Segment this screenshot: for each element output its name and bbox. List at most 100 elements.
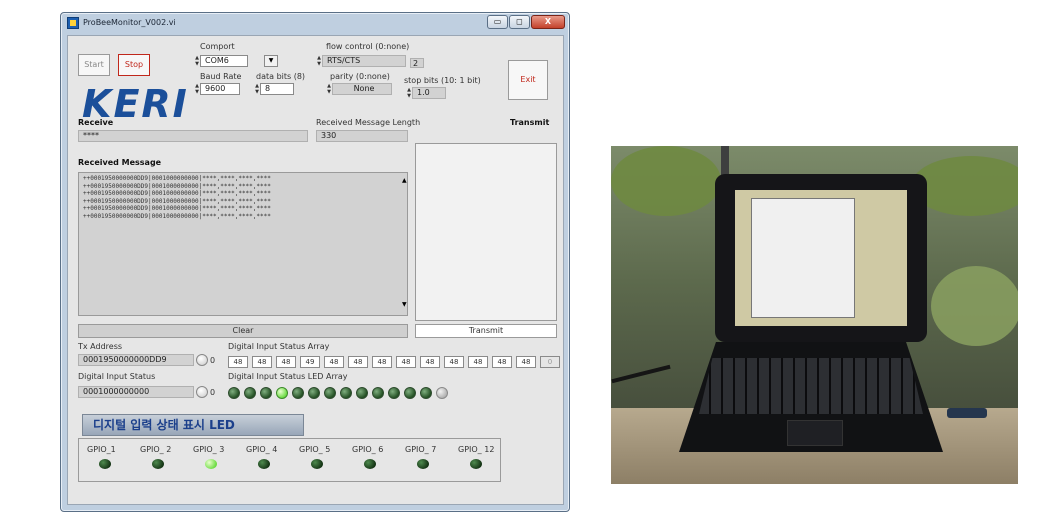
baud-rate-field[interactable]: 9600 [200,83,240,95]
message-line: ++0001950000000DD9|0001000000000|****,**… [83,175,271,182]
stop-bits-field[interactable]: 1.0 [412,87,446,99]
array-cell: 49 [300,356,320,368]
gpio-label: GPIO_ 7 [405,445,437,454]
transmit-button[interactable]: Transmit [415,324,557,338]
received-message-label: Received Message [78,158,162,167]
gpio-label: GPIO_ 12 [458,445,495,454]
parity-field[interactable]: None [332,83,392,95]
laptop-touchpad [787,420,843,446]
status-led [436,387,448,399]
tx-knob-value: 0 [210,356,216,365]
exit-button[interactable]: Exit [508,60,548,100]
scroll-down-icon[interactable]: ▼ [402,301,407,308]
array-cell: 48 [468,356,488,368]
array-cell: 48 [372,356,392,368]
array-cell: 48 [252,356,272,368]
status-led [356,387,368,399]
gpio-led-panel: GPIO_1 GPIO_ 2 GPIO_ 3 GPIO_ 4 GPIO_ 5 GPIO_ … [78,438,501,482]
data-bits-label: data bits (8) [256,72,306,81]
maximize-button[interactable]: ◻ [509,15,530,29]
probee-monitor-window: ProBeeMonitor_V002.vi ▭ ◻ X Start Stop K… [60,12,570,512]
status-led [420,387,432,399]
flow-control-field[interactable]: RTS/CTS [322,55,406,67]
gpio-label: GPIO_ 4 [246,445,278,454]
start-button[interactable]: Start [78,54,110,76]
gpio-label: GPIO_ 2 [140,445,172,454]
parity-label: parity (0:none) [330,72,390,81]
gpio-led [364,459,376,469]
front-panel: Start Stop KERI Comport ▲ ▼ COM6 ▼ Baud R… [67,35,564,505]
status-led [228,387,240,399]
message-line: ++0001950000000DD9|0001000000000|****,**… [83,182,271,190]
laptop-keyboard [699,358,923,414]
gpio-led [205,459,217,469]
array-trailing-cell: 0 [540,356,560,368]
usb-dongle [947,408,987,418]
array-cell: 48 [324,356,344,368]
gpio-label: GPIO_ 3 [193,445,225,454]
baud-rate-label: Baud Rate [200,72,242,81]
led-array [228,386,478,400]
led-array-label: Digital Input Status LED Array [228,372,348,381]
korean-section-title: 디지털 입력 상태 표시 LED [82,414,304,436]
flow-control-label: flow control (0:none) [326,42,410,51]
gpio-led [470,459,482,469]
array-cell: 48 [348,356,368,368]
status-led [372,387,384,399]
close-button[interactable]: X [531,15,565,29]
gpio-led [152,459,164,469]
message-line: ++0001950000000DD9|0001000000000|****,**… [83,205,271,212]
scroll-up-icon[interactable]: ▲ [402,177,407,184]
array-cell: 48 [492,356,512,368]
clear-button[interactable]: Clear [78,324,408,338]
message-line: ++0001950000000DD9|0001000000000|****,**… [83,197,271,205]
received-length-label: Received Message Length [316,118,421,127]
stop-button[interactable]: Stop [118,54,150,76]
transmit-label: Transmit [510,118,550,127]
gpio-label: GPIO_ 5 [299,445,331,454]
array-cell: 48 [396,356,416,368]
gpio-led [417,459,429,469]
message-line: ++0001950000000DD9|0001000000000|****,**… [83,190,271,197]
tx-address-field: 0001950000000DD9 [78,354,194,366]
title-bar: ProBeeMonitor_V002.vi ▭ ◻ X [61,13,569,35]
gpio-label: GPIO_1 [87,445,116,454]
status-led [324,387,336,399]
status-led [260,387,272,399]
laptop-photo [611,146,1018,484]
gpio-led [99,459,111,469]
digital-input-status-label: Digital Input Status [78,372,156,381]
tx-address-label: Tx Address [78,342,123,351]
input-knob-icon[interactable] [196,386,208,398]
status-led [308,387,320,399]
transmit-text-box[interactable] [415,143,557,321]
message-line: ++0001950000000DD9|0001000000000|****,**… [83,212,271,220]
stop-bits-label: stop bits (10: 1 bit) [404,76,481,85]
array-cell: 48 [228,356,248,368]
data-bits-field[interactable]: 8 [260,83,294,95]
status-led [340,387,352,399]
status-led [292,387,304,399]
input-status-array: 48 48 48 49 48 48 48 48 48 48 48 48 48 0 [228,356,563,368]
minimize-button[interactable]: ▭ [487,15,508,29]
received-message-box[interactable]: ++0001950000000DD9|0001000000000|****,**… [78,172,408,316]
receive-field: **** [78,130,308,142]
receive-label: Receive [78,118,114,127]
comport-field[interactable]: COM6 [200,55,248,67]
gpio-led [258,459,270,469]
status-led [276,387,288,399]
flow-control-number: 2 [410,58,424,68]
array-cell: 48 [420,356,440,368]
message-scrollbar[interactable]: ▲ ▼ [402,173,408,315]
status-led [388,387,400,399]
gpio-led [311,459,323,469]
tx-knob-icon[interactable] [196,354,208,366]
received-length-field: 330 [316,130,408,142]
comport-dropdown-icon[interactable]: ▼ [264,55,278,67]
array-cell: 48 [276,356,296,368]
array-cell: 48 [444,356,464,368]
array-cell: 48 [516,356,536,368]
digital-input-status-field: 0001000000000 [78,386,194,398]
labview-app-icon [67,17,79,29]
input-array-label: Digital Input Status Array [228,342,330,351]
